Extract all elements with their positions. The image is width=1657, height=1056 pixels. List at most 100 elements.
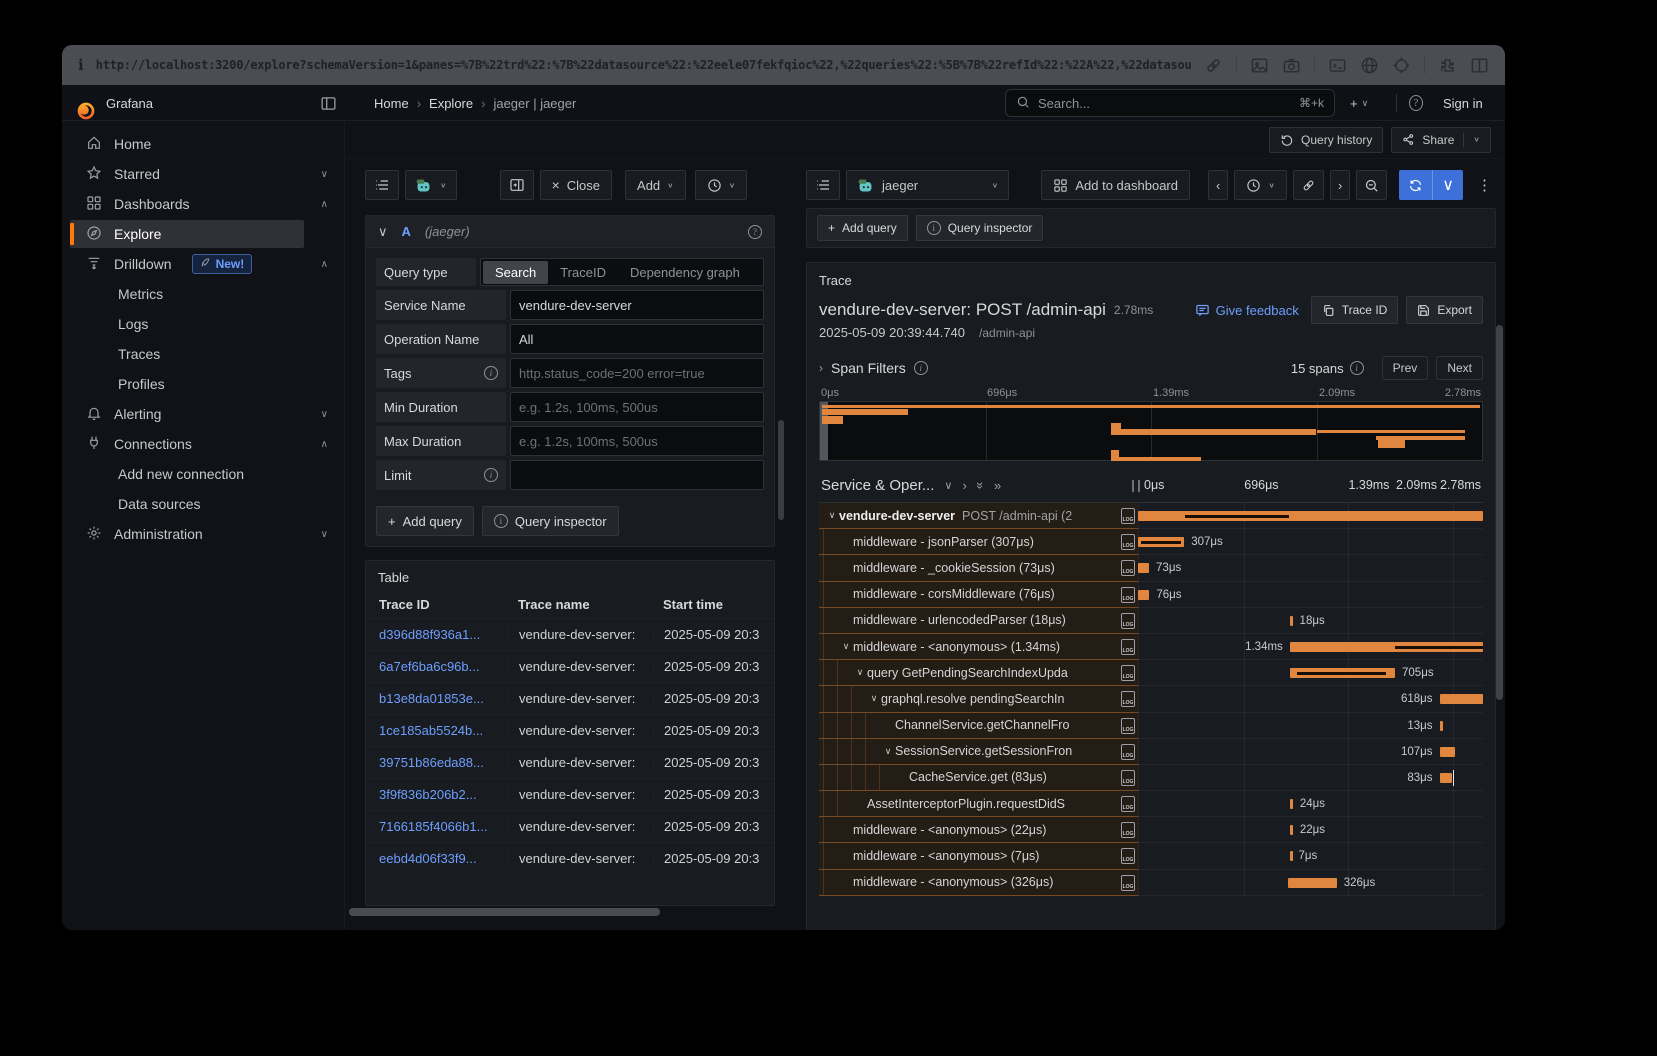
chevron-up-icon[interactable]: ∧ xyxy=(321,429,328,459)
breadcrumb-explore[interactable]: Explore xyxy=(429,96,473,111)
trace-panel-title[interactable]: Trace xyxy=(819,273,852,288)
span-duration-bar[interactable] xyxy=(1288,878,1337,888)
span-name-cell[interactable]: ∨middleware - <anonymous> (1.34ms)LOG xyxy=(819,634,1138,660)
span-duration-bar[interactable] xyxy=(1138,590,1149,600)
chevron-down-icon[interactable]: ∨ xyxy=(321,159,328,189)
span-timeline-cell[interactable]: 22μs xyxy=(1138,817,1483,843)
close-pane-button[interactable]: ×Close xyxy=(540,170,612,200)
log-icon[interactable]: LOG xyxy=(1121,875,1135,891)
span-row[interactable]: middleware - <anonymous> (7μs)LOG7μs xyxy=(819,843,1483,869)
give-feedback-link[interactable]: Give feedback xyxy=(1195,303,1299,318)
chevron-down-icon[interactable]: ∨ xyxy=(853,667,867,678)
span-duration-bar[interactable] xyxy=(1290,799,1293,809)
chevron-down-icon[interactable]: ∨ xyxy=(321,519,328,549)
chevron-down-icon[interactable]: ∨ xyxy=(867,693,881,704)
span-name-cell[interactable]: middleware - <anonymous> (22μs)LOG xyxy=(819,817,1138,843)
span-name-cell[interactable]: middleware - _cookieSession (73μs)LOG xyxy=(819,555,1138,581)
terminal-icon[interactable] xyxy=(1328,56,1347,75)
sidebar-item-starred[interactable]: Starred∨ xyxy=(62,159,344,189)
search-input[interactable]: Search... ⌘+k xyxy=(1005,89,1335,117)
trace-id-link[interactable]: 3f9f836b206b2... xyxy=(366,787,508,802)
sign-in-button[interactable]: Sign in xyxy=(1443,85,1483,121)
span-row[interactable]: middleware - urlencodedParser (18μs)LOG1… xyxy=(819,608,1483,634)
span-timeline-cell[interactable]: 1.34ms xyxy=(1138,634,1483,660)
crosshair-icon[interactable] xyxy=(1392,56,1411,75)
span-timeline-cell[interactable]: 307μs xyxy=(1138,529,1483,555)
info-icon[interactable]: i xyxy=(78,56,84,74)
span-name-cell[interactable]: middleware - <anonymous> (326μs)LOG xyxy=(819,870,1138,896)
chevron-down-icon[interactable]: ∨ xyxy=(944,479,952,492)
span-timeline-cell[interactable]: 83μs xyxy=(1138,765,1483,791)
export-button[interactable]: Export xyxy=(1406,296,1483,324)
time-shift-forward-button[interactable]: › xyxy=(1330,170,1350,200)
span-duration-bar[interactable] xyxy=(1440,721,1443,731)
globe-icon[interactable] xyxy=(1360,56,1379,75)
log-icon[interactable]: LOG xyxy=(1121,744,1135,760)
right-datasource-picker[interactable]: jaeger ∨ xyxy=(846,170,1009,200)
puzzle-icon[interactable] xyxy=(1438,56,1457,75)
span-name-cell[interactable]: ∨query GetPendingSearchIndexUpdaLOG xyxy=(819,660,1138,686)
prev-button[interactable]: Prev xyxy=(1382,356,1429,380)
span-timeline-cell[interactable]: 618μs xyxy=(1138,686,1483,712)
span-name-cell[interactable]: middleware - corsMiddleware (76μs)LOG xyxy=(819,582,1138,608)
log-icon[interactable]: LOG xyxy=(1121,848,1135,864)
log-icon[interactable]: LOG xyxy=(1121,770,1135,786)
span-timeline-cell[interactable]: 76μs xyxy=(1138,582,1483,608)
chevron-right-icon[interactable]: › xyxy=(819,361,823,375)
query-row-header[interactable]: ∨ A (jaeger) ? xyxy=(366,216,774,248)
span-row[interactable]: ChannelService.getChannelFroLOG13μs xyxy=(819,713,1483,739)
sidebar-item-drilldown[interactable]: DrilldownNew!∧ xyxy=(62,249,344,279)
log-icon[interactable]: LOG xyxy=(1121,613,1135,629)
trace-id-link[interactable]: 39751b86eda88... xyxy=(366,755,508,770)
window-scrollbar[interactable] xyxy=(1496,325,1503,700)
span-row[interactable]: AssetInterceptorPlugin.requestDidSLOG24μ… xyxy=(819,791,1483,817)
log-icon[interactable]: LOG xyxy=(1121,665,1135,681)
add-dropdown-button[interactable]: Add∨ xyxy=(625,170,686,200)
sidebar-item-add-new-connection[interactable]: Add new connection xyxy=(62,459,344,489)
query-rows-icon[interactable] xyxy=(365,170,399,200)
span-timeline-cell[interactable]: 107μs xyxy=(1138,739,1483,765)
horizontal-scrollbar[interactable] xyxy=(349,908,660,916)
query-history-button[interactable]: Query history xyxy=(1269,127,1383,153)
chevron-up-icon[interactable]: ∧ xyxy=(321,249,328,279)
left-pane-scrollbar[interactable] xyxy=(778,420,784,520)
add-query-button[interactable]: + Add query xyxy=(376,506,474,536)
span-duration-bar[interactable] xyxy=(1138,563,1149,573)
query-inspector-button[interactable]: i Query inspector xyxy=(916,215,1044,241)
split-pane-icon[interactable] xyxy=(500,170,534,200)
left-datasource-picker[interactable]: ∨ xyxy=(405,170,457,200)
log-icon[interactable]: LOG xyxy=(1121,587,1135,603)
add-new-button[interactable]: + ∨ xyxy=(1350,85,1368,121)
chevron-down-icon[interactable]: ∨ xyxy=(825,510,839,521)
sidebar-item-connections[interactable]: Connections∧ xyxy=(62,429,344,459)
trace-id-link[interactable]: 1ce185ab5524b... xyxy=(366,723,508,738)
zoom-out-button[interactable] xyxy=(1356,170,1387,200)
column-trace-id[interactable]: Trace ID xyxy=(366,597,508,612)
span-name-cell[interactable]: CacheService.get (83μs)LOG xyxy=(819,765,1138,791)
sidebar-item-profiles[interactable]: Profiles xyxy=(62,369,344,399)
log-icon[interactable]: LOG xyxy=(1121,508,1135,524)
query-type-dependency-graph[interactable]: Dependency graph xyxy=(618,261,752,284)
sidebar-item-explore[interactable]: Explore xyxy=(62,219,344,249)
query-help-icon[interactable]: ? xyxy=(748,225,762,239)
service-name-input[interactable] xyxy=(510,290,764,320)
trace-minimap[interactable] xyxy=(819,401,1483,461)
trace-id-link[interactable]: 7166185f4066b1... xyxy=(366,819,508,834)
span-filters-label[interactable]: Span Filters xyxy=(831,360,906,376)
log-icon[interactable]: LOG xyxy=(1121,822,1135,838)
query-inspector-button[interactable]: i Query inspector xyxy=(482,506,619,536)
span-timeline-cell[interactable]: 73μs xyxy=(1138,555,1483,581)
breadcrumb-home[interactable]: Home xyxy=(374,96,409,111)
chevron-down-icon[interactable]: ∨ xyxy=(881,746,895,757)
span-name-cell[interactable]: AssetInterceptorPlugin.requestDidSLOG xyxy=(819,791,1138,817)
sidebar-item-administration[interactable]: Administration∨ xyxy=(62,519,344,549)
span-name-cell[interactable]: ChannelService.getChannelFroLOG xyxy=(819,713,1138,739)
next-button[interactable]: Next xyxy=(1436,356,1483,380)
sidebar-item-home[interactable]: Home xyxy=(62,129,344,159)
column-trace-name[interactable]: Trace name xyxy=(508,597,653,612)
share-button[interactable]: Share ∨ xyxy=(1391,127,1491,153)
trace-id-link[interactable]: b13e8da01853e... xyxy=(366,691,508,706)
expand-all-icon[interactable]: » xyxy=(994,478,1001,493)
log-icon[interactable]: LOG xyxy=(1121,718,1135,734)
image-icon[interactable] xyxy=(1250,56,1269,75)
